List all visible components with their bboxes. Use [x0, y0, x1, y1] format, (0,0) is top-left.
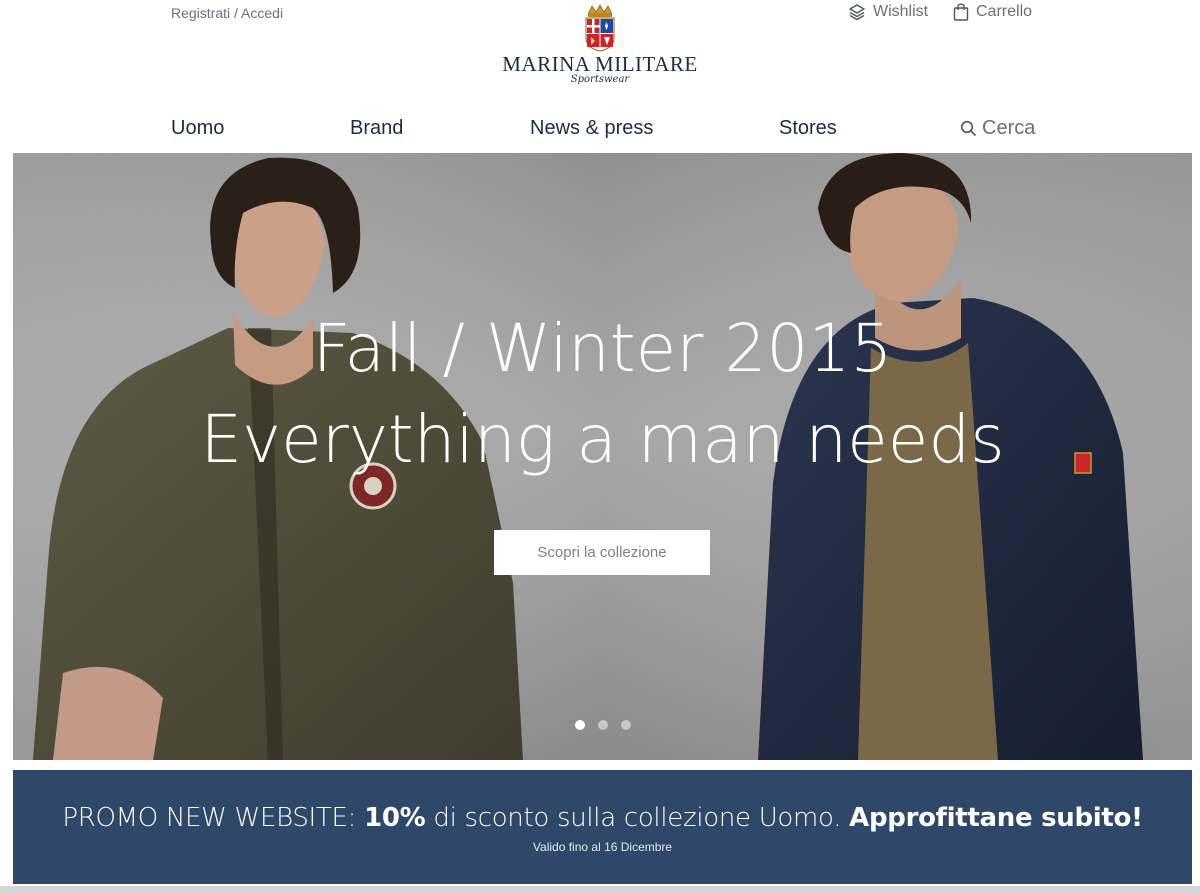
- window-bottom-edge: [0, 886, 1200, 894]
- promo-headline: PROMO NEW WEBSITE: 10% di sconto sulla c…: [13, 803, 1192, 833]
- nav-item-brand[interactable]: Brand: [350, 117, 403, 140]
- search-icon: [960, 120, 977, 137]
- promo-validity: Valido fino al 16 Dicembre: [532, 840, 673, 854]
- cart-link[interactable]: Carrello: [953, 3, 1032, 21]
- register-login-link[interactable]: Registrati / Accedi: [171, 5, 283, 21]
- promo-middle: di sconto sulla collezione Uomo.: [425, 803, 850, 833]
- promo-prefix: PROMO NEW WEBSITE:: [62, 803, 365, 833]
- main-navigation: Uomo Brand News & press Stores Cerca: [0, 115, 1200, 151]
- hero-slider[interactable]: Fall / Winter 2015 Everything a man need…: [13, 153, 1192, 760]
- promo-cta: Approfittane subito!: [849, 803, 1143, 833]
- site-header: Registrati / Accedi MARINA MILITARE Spor…: [0, 0, 1200, 110]
- hero-title-line-2: Everything a man needs: [200, 401, 1005, 478]
- crest-icon: [585, 4, 615, 52]
- promo-discount: 10%: [364, 803, 426, 833]
- search-trigger[interactable]: Cerca: [960, 117, 1035, 140]
- hero-title-line-1: Fall / Winter 2015: [312, 310, 893, 387]
- wishlist-label: Wishlist: [873, 3, 929, 20]
- logo-wordmark: MARINA MILITARE: [502, 52, 698, 76]
- search-label: Cerca: [982, 117, 1036, 139]
- slider-dot-3[interactable]: [620, 720, 631, 730]
- layers-icon: [849, 4, 865, 21]
- promo-banner[interactable]: PROMO NEW WEBSITE: 10% di sconto sulla c…: [13, 770, 1192, 884]
- nav-item-uomo[interactable]: Uomo: [171, 117, 224, 140]
- logo-tagline: Sportswear: [570, 74, 630, 85]
- wishlist-link[interactable]: Wishlist: [848, 3, 928, 21]
- slider-dot-2[interactable]: [597, 720, 608, 730]
- cart-label: Carrello: [976, 3, 1033, 20]
- discover-collection-button[interactable]: Scopri la collezione: [494, 530, 710, 575]
- slider-pagination: [13, 720, 1192, 730]
- nav-item-stores[interactable]: Stores: [779, 117, 837, 140]
- nav-item-news-press[interactable]: News & press: [530, 117, 653, 140]
- slider-dot-1[interactable]: [574, 720, 585, 730]
- shopping-bag-icon: [953, 3, 969, 21]
- marina-militare-logo[interactable]: MARINA MILITARE Sportswear: [500, 4, 700, 94]
